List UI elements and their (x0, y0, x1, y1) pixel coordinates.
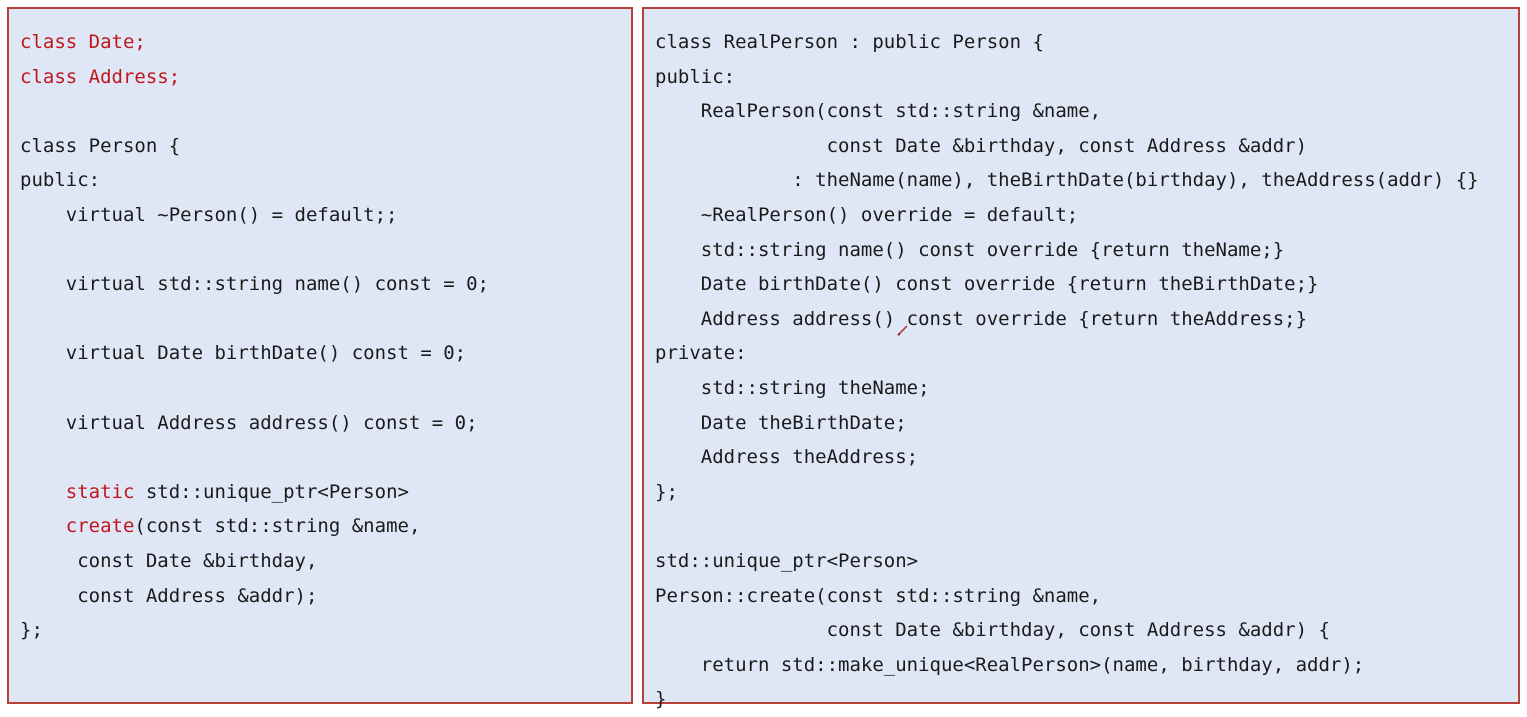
code-line: std::unique_ptr<Person> (655, 544, 1479, 579)
code-text: const Date &birthday, const Address &add… (655, 134, 1308, 157)
code-line: virtual ~Person() = default;; (20, 198, 489, 233)
code-line: class Date; (20, 25, 489, 60)
code-line: public: (655, 60, 1479, 95)
code-line: Address theAddress; (655, 440, 1479, 475)
code-line: public: (20, 163, 489, 198)
code-text: class RealPerson : public Person { (655, 31, 1044, 53)
code-text: const Date &birthday, (20, 549, 318, 572)
code-line: const Date &birthday, const Address &add… (655, 129, 1479, 164)
code-line: return std::make_unique<RealPerson>(name… (655, 648, 1479, 683)
code-line: }; (655, 475, 1479, 510)
code-text: Person::create(const std::string &name, (655, 584, 1102, 607)
code-keyword: class Date; (20, 31, 146, 53)
right-code-panel: class RealPerson : public Person { public… (642, 7, 1520, 710)
code-line: const Date &birthday, const Address &add… (655, 613, 1479, 648)
code-line: Address address() const override {return… (655, 302, 1479, 337)
code-text: }; (655, 480, 678, 503)
code-line: std::string theName; (655, 371, 1479, 406)
code-text: const Date &birthday, const Address &add… (655, 619, 1330, 642)
code-line: virtual Address address() const = 0; (20, 406, 489, 441)
code-text: virtual ~Person() = default;; (20, 203, 398, 226)
code-line: const Address &addr); (20, 579, 489, 614)
code-line: private: (655, 336, 1479, 371)
code-line: }; (20, 613, 489, 648)
code-line: std::string name() const override {retur… (655, 233, 1479, 268)
code-text: Date theBirthDate; (655, 411, 907, 434)
code-text: virtual std::string name() const = 0; (20, 273, 489, 296)
code-text: } (655, 688, 667, 711)
code-line: RealPerson(const std::string &name, (655, 94, 1479, 129)
code-text: class Person { (20, 134, 181, 157)
code-line: Date birthDate() const override {return … (655, 267, 1479, 302)
code-text: public: (655, 65, 736, 88)
code-text: public: (20, 169, 101, 192)
code-line: : theName(name), theBirthDate(birthday),… (655, 163, 1479, 198)
code-text: }; (20, 619, 43, 642)
code-keyword: create (65, 515, 135, 538)
code-text: std::string theName; (655, 376, 930, 399)
code-text: private: (655, 342, 747, 365)
code-text: Date birthDate() const override {return … (655, 273, 1319, 296)
code-text: Address address() const override {return… (655, 307, 1308, 330)
code-text: std::unique_ptr<Person> (134, 480, 409, 503)
code-line: class Person { (20, 129, 489, 164)
code-line: virtual std::string name() const = 0; (20, 267, 489, 302)
code-text: RealPerson(const std::string &name, (655, 100, 1102, 123)
code-text: (const std::string &name, (134, 515, 421, 538)
code-line: Person::create(const std::string &name, (655, 579, 1479, 614)
code-text: std::unique_ptr<Person> (655, 549, 919, 572)
code-line: class RealPerson : public Person { (655, 25, 1479, 60)
left-code-lines: class Date; class Address; class Person {… (20, 25, 489, 648)
code-line: create(const std::string &name, (20, 509, 489, 544)
code-line: static std::unique_ptr<Person> (20, 475, 489, 510)
pen-cursor-icon (897, 325, 908, 336)
code-line: } (655, 682, 1479, 717)
code-line: virtual Date birthDate() const = 0; (20, 336, 489, 371)
code-keyword: class Address; (20, 65, 181, 88)
code-line: class Address; (20, 60, 489, 95)
code-text: Address theAddress; (655, 446, 919, 469)
left-code-panel: class Date; class Address; class Person {… (7, 7, 633, 704)
code-text: ~RealPerson() override = default; (655, 203, 1079, 226)
code-keyword: static (65, 480, 135, 503)
code-text: virtual Date birthDate() const = 0; (20, 342, 467, 365)
code-text: virtual Address address() const = 0; (20, 411, 478, 434)
right-code-lines: class RealPerson : public Person { public… (655, 25, 1479, 717)
code-line: Date theBirthDate; (655, 406, 1479, 441)
code-text: std::string name() const override {retur… (655, 238, 1285, 261)
code-text: return std::make_unique<RealPerson>(name… (655, 653, 1365, 676)
code-line: ~RealPerson() override = default; (655, 198, 1479, 233)
code-text: : theName(name), theBirthDate(birthday),… (655, 169, 1479, 192)
code-line: const Date &birthday, (20, 544, 489, 579)
code-text: const Address &addr); (20, 584, 318, 607)
